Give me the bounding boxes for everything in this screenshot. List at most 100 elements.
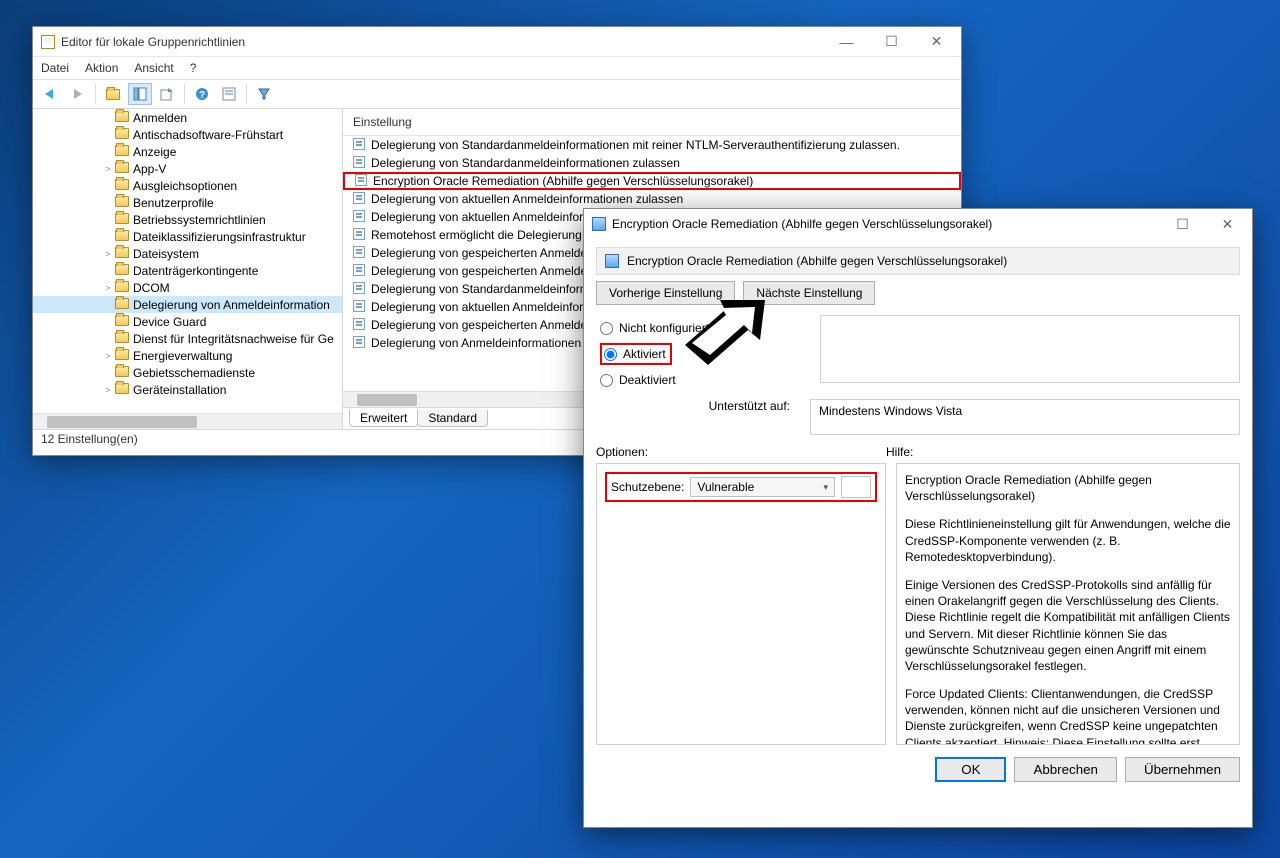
tree-item[interactable]: > Dateisystem: [33, 245, 342, 262]
radio-enabled[interactable]: Aktiviert: [602, 347, 666, 361]
setting-icon: [353, 228, 365, 243]
list-row[interactable]: Delegierung von Standardanmeldeinformati…: [343, 136, 961, 154]
expand-icon[interactable]: >: [101, 249, 115, 259]
folder-icon: [115, 281, 129, 295]
tree-item-label: Dateiklassifizierungsinfrastruktur: [133, 230, 306, 244]
tree-item[interactable]: Dienst für Integritätsnachweise für Ge: [33, 330, 342, 347]
list-item-label: Delegierung von Standardanmeldeinformati…: [371, 156, 680, 170]
supported-on-value: Mindestens Windows Vista: [810, 399, 1240, 435]
list-row[interactable]: Delegierung von Standardanmeldeinformati…: [343, 154, 961, 172]
help-paragraph: Diese Richtlinieneinstellung gilt für An…: [905, 516, 1231, 565]
folder-icon: [115, 162, 129, 176]
folder-icon: [115, 213, 129, 227]
menu-file[interactable]: Datei: [41, 61, 69, 75]
help-paragraph: Encryption Oracle Remediation (Abhilfe g…: [905, 472, 1231, 504]
radio-label: Aktiviert: [623, 347, 666, 361]
comment-textbox[interactable]: [820, 315, 1240, 383]
radio-not-configured[interactable]: Nicht konfiguriert: [600, 315, 810, 341]
folder-icon: [115, 111, 129, 125]
forward-button[interactable]: [66, 83, 90, 105]
tree-item-label: Gebietsschemadienste: [133, 366, 255, 380]
tree-hscrollbar[interactable]: [33, 413, 342, 429]
tab-standard[interactable]: Standard: [417, 410, 488, 427]
setting-icon: [353, 156, 365, 171]
list-item-label: Delegierung von gespeicherten Anmeldei: [371, 318, 590, 332]
setting-icon: [355, 174, 367, 189]
tree-item[interactable]: Anzeige: [33, 143, 342, 160]
tree-item[interactable]: Dateiklassifizierungsinfrastruktur: [33, 228, 342, 245]
tree-item[interactable]: >Energieverwaltung: [33, 347, 342, 364]
titlebar: Editor für lokale Gruppenrichtlinien — ☐…: [33, 27, 961, 57]
apply-button[interactable]: Übernehmen: [1125, 757, 1240, 782]
policy-icon: [605, 254, 619, 268]
filter-button[interactable]: [252, 83, 276, 105]
tree-item[interactable]: Device Guard: [33, 313, 342, 330]
folder-icon: [115, 179, 129, 193]
help-icon[interactable]: ?: [190, 83, 214, 105]
folder-icon: [115, 315, 129, 329]
tree-item[interactable]: Delegierung von Anmeldeinformation: [33, 296, 342, 313]
expand-icon[interactable]: >: [101, 351, 115, 361]
tree-pane: AnmeldenAntischadsoftware-FrühstartAnzei…: [33, 109, 343, 429]
tree-item-label: Betriebssystemrichtlinien: [133, 213, 266, 227]
tree-item-label: Dateisystem: [133, 247, 199, 261]
tree-item[interactable]: Gebietsschemadienste: [33, 364, 342, 381]
menu-view[interactable]: Ansicht: [134, 61, 173, 75]
list-column-header[interactable]: Einstellung: [343, 109, 961, 136]
ok-button[interactable]: OK: [935, 757, 1006, 782]
list-item-label: Remotehost ermöglicht die Delegierung n: [371, 228, 592, 242]
show-tree-button[interactable]: [128, 83, 152, 105]
tree-item[interactable]: > App-V: [33, 160, 342, 177]
previous-setting-button[interactable]: Vorherige Einstellung: [596, 281, 735, 305]
tab-extended[interactable]: Erweitert: [349, 410, 418, 427]
dialog-titlebar: Encryption Oracle Remediation (Abhilfe g…: [584, 209, 1252, 239]
dialog-maximize-button[interactable]: ☐: [1160, 210, 1205, 238]
folder-icon: [115, 264, 129, 278]
tree-item[interactable]: Ausgleichsoptionen: [33, 177, 342, 194]
tree-item-label: Dienst für Integritätsnachweise für Ge: [133, 332, 334, 346]
radio-disabled[interactable]: Deaktiviert: [600, 367, 810, 393]
close-button[interactable]: ✕: [914, 28, 959, 56]
properties-button[interactable]: [217, 83, 241, 105]
list-item-label: Delegierung von aktuellen Anmeldeinform: [371, 300, 593, 314]
setting-icon: [353, 318, 365, 333]
setting-icon: [353, 300, 365, 315]
app-icon: [41, 35, 55, 49]
folder-icon: [115, 383, 129, 397]
tree-item[interactable]: Benutzerprofile: [33, 194, 342, 211]
list-row[interactable]: Delegierung von aktuellen Anmeldeinforma…: [343, 190, 961, 208]
up-folder-button[interactable]: [101, 83, 125, 105]
back-button[interactable]: [39, 83, 63, 105]
expand-icon[interactable]: >: [101, 164, 115, 174]
tree-item[interactable]: >Geräteinstallation: [33, 381, 342, 398]
maximize-button[interactable]: ☐: [869, 28, 914, 56]
folder-icon: [115, 332, 129, 346]
expand-icon[interactable]: >: [101, 283, 115, 293]
help-paragraph: Einige Versionen des CredSSP-Protokolls …: [905, 577, 1231, 674]
tree-item[interactable]: Datenträgerkontingente: [33, 262, 342, 279]
protection-level-select[interactable]: Vulnerable ▾: [690, 477, 835, 497]
export-button[interactable]: [155, 83, 179, 105]
tree-item-label: App-V: [133, 162, 166, 176]
policy-title: Encryption Oracle Remediation (Abhilfe g…: [627, 254, 1007, 268]
protection-level-extra-input[interactable]: [841, 476, 871, 498]
menu-action[interactable]: Aktion: [85, 61, 118, 75]
expand-icon[interactable]: >: [101, 385, 115, 395]
tree-item[interactable]: >DCOM: [33, 279, 342, 296]
tree-item-label: Anmelden: [133, 111, 187, 125]
radio-group: Nicht konfiguriert Aktiviert Deaktiviert: [600, 315, 810, 393]
folder-icon: [115, 145, 129, 159]
tree-item[interactable]: Antischadsoftware-Frühstart: [33, 126, 342, 143]
dialog-header: Encryption Oracle Remediation (Abhilfe g…: [596, 247, 1240, 275]
protection-level-label: Schutzebene:: [611, 480, 684, 494]
menu-help[interactable]: ?: [190, 61, 197, 75]
dialog-close-button[interactable]: ✕: [1205, 210, 1250, 238]
next-setting-button[interactable]: Nächste Einstellung: [743, 281, 875, 305]
tree-item[interactable]: Anmelden: [33, 109, 342, 126]
minimize-button[interactable]: —: [824, 28, 869, 56]
help-label: Hilfe:: [886, 445, 913, 459]
help-paragraph: Force Updated Clients: Clientanwendungen…: [905, 686, 1231, 745]
tree-item[interactable]: Betriebssystemrichtlinien: [33, 211, 342, 228]
cancel-button[interactable]: Abbrechen: [1014, 757, 1116, 782]
list-row[interactable]: Encryption Oracle Remediation (Abhilfe g…: [343, 172, 961, 190]
